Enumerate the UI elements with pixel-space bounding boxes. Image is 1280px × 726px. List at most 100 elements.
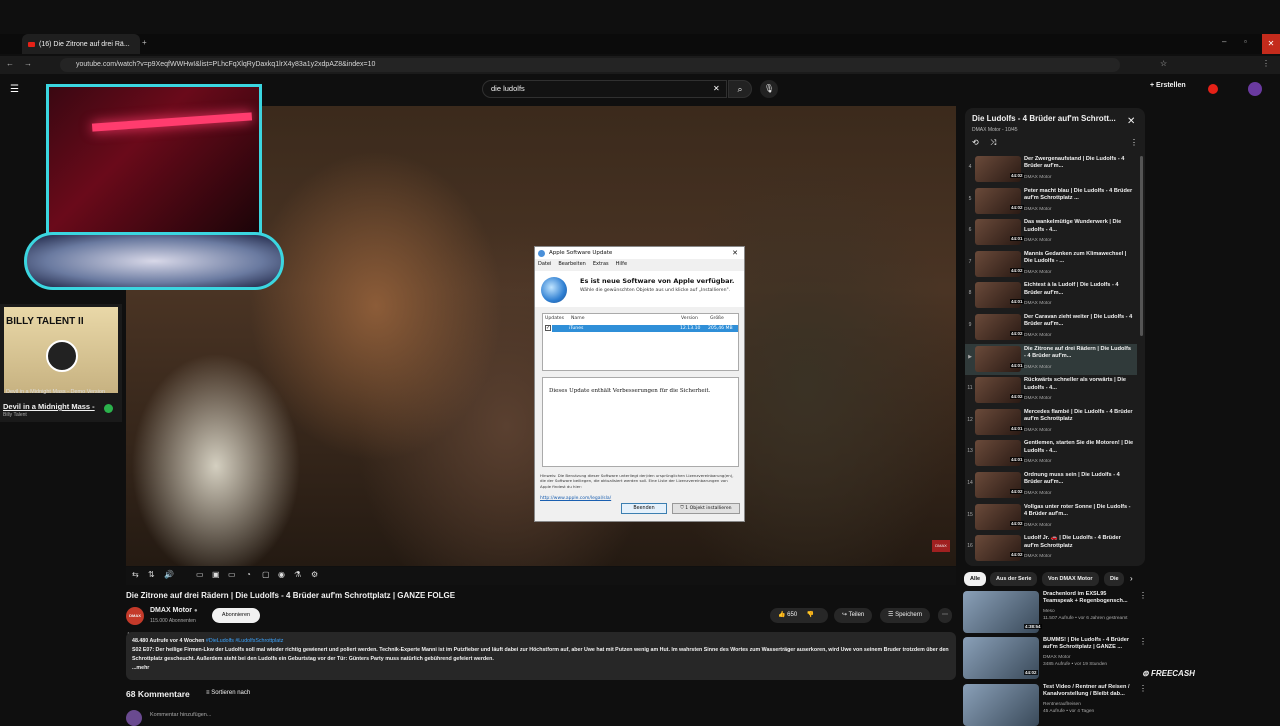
playlist-item[interactable]: 16 44:02 Ludolf Jr. 🚗 | Die Ludolfs - 4 Br…: [965, 533, 1137, 564]
picture-in-picture-icon[interactable]: ▢: [262, 570, 270, 579]
volume-icon[interactable]: 🔊: [164, 570, 174, 579]
settings-gear-icon[interactable]: ⚙: [311, 570, 318, 579]
loop-icon[interactable]: ⟲: [972, 138, 979, 147]
search-button[interactable]: ⌕: [728, 80, 752, 98]
microphone-icon: 🎙: [763, 84, 775, 93]
dialog-close-icon[interactable]: ✕: [732, 247, 738, 259]
notifications-icon[interactable]: [1208, 84, 1218, 94]
shuffle-icon[interactable]: ⤨: [990, 138, 996, 148]
watermark-text: FREECASH: [1150, 669, 1195, 678]
create-button[interactable]: + Erstellen: [1150, 82, 1186, 89]
quit-button[interactable]: Beenden: [621, 503, 667, 514]
playlist-item[interactable]: 5 44:02 Peter macht blau | Die Ludolfs - 4…: [965, 186, 1137, 217]
thumbs-up-icon: 👍: [778, 612, 786, 618]
update-checkbox[interactable]: ✓: [545, 325, 551, 331]
url-field[interactable]: youtube.com/watch?v=p9XeqfWWHwI&list=PLh…: [60, 58, 1120, 72]
playlist-scrollbar[interactable]: [1140, 156, 1143, 336]
playlist-item[interactable]: 11 44:02 Rückwärts schneller als vorwärts …: [965, 375, 1137, 406]
chevron-right-icon[interactable]: ›: [1130, 574, 1133, 583]
playlist-item[interactable]: 13 44:01 Gentlemen, starten Sie die Motore…: [965, 438, 1137, 469]
playlist-item-channel: DMAX Motor: [1024, 333, 1052, 338]
chip-series[interactable]: Aus der Serie: [990, 572, 1038, 586]
chip-more[interactable]: Die: [1104, 572, 1124, 586]
voice-search-button[interactable]: 🎙: [760, 80, 778, 98]
subscribe-button[interactable]: Abonnieren: [212, 608, 260, 623]
playlist-item-channel: DMAX Motor: [1024, 364, 1052, 370]
tab-strip: [0, 34, 1280, 54]
more-options-icon[interactable]: ⋮: [1139, 637, 1147, 646]
playlist-duration: 44:01: [1010, 457, 1024, 463]
playlist-item[interactable]: 12 44:01 Mercedes flambé | Die Ludolfs - 4…: [965, 407, 1137, 438]
menu-dots-icon[interactable]: ⋮: [1262, 59, 1270, 68]
playlist-item[interactable]: 14 44:02 Ordnung muss sein | Die Ludolfs -…: [965, 470, 1137, 501]
share-button[interactable]: ↪ Teilen: [834, 608, 873, 623]
recommendation-item[interactable]: 4:38:54 Drachenlord im EXSL95 Teamspeak +…: [963, 591, 1147, 633]
playlist-item[interactable]: 4 44:02 Der Zwergenaufstand | Die Ludolfs …: [965, 154, 1137, 185]
search-input[interactable]: die ludolfs: [482, 80, 727, 98]
recommendation-duration: 44:02: [1024, 670, 1038, 675]
playlist-menu-icon[interactable]: ⋮: [1130, 138, 1138, 147]
playlist-item[interactable]: ▶ 44:01 Die Zitrone auf drei Rädern | Die …: [965, 343, 1137, 375]
new-tab-icon[interactable]: +: [142, 38, 147, 47]
col-updates: Updates: [545, 316, 565, 321]
channel-avatar[interactable]: DMAX MOTOR: [126, 607, 144, 636]
like-dislike-button[interactable]: 👍 650 👎: [770, 608, 828, 623]
sort-button[interactable]: ≡ Sortieren nach: [206, 690, 250, 696]
playlist-duration: 44:02: [1010, 394, 1024, 400]
playlist-item-number: 15: [967, 511, 973, 518]
close-window-icon[interactable]: ✕: [1262, 34, 1280, 54]
recommendation-item[interactable]: 44:02 BUMMS! | Die Ludolfs - 4 Brüder auf…: [963, 637, 1147, 679]
more-actions-icon[interactable]: ⋯: [938, 608, 952, 623]
close-playlist-icon[interactable]: ✕: [1127, 116, 1135, 127]
playlist-item[interactable]: 8 44:01 Eichtest à la Ludolf | Die Ludolfs…: [965, 280, 1137, 311]
maximize-icon[interactable]: ▫: [1244, 37, 1247, 46]
more-options-icon[interactable]: ⋮: [1139, 591, 1147, 600]
item-version: 12.13.10: [680, 326, 701, 331]
recommendation-title: Test Video / Rentner auf Reisen / Kanalv…: [1043, 684, 1130, 698]
bookmark-star-icon[interactable]: ☆: [1160, 59, 1167, 68]
channel-name[interactable]: DMAX Motor ●: [150, 607, 198, 614]
menu-help[interactable]: Hilfe: [616, 261, 627, 267]
subtitles-icon[interactable]: ▭: [196, 570, 204, 579]
playlist-item-title: Der Zwergenaufstand | Die Ludolfs - 4 Br…: [1024, 156, 1125, 170]
playlist-item-title: Der Caravan zieht weiter | Die Ludolfs -…: [1024, 314, 1133, 328]
playlist-item-channel: DMAX Motor: [1024, 301, 1052, 307]
screenshot-icon[interactable]: ◉: [278, 570, 285, 579]
add-comment-field[interactable]: Kommentar hinzufügen...: [150, 712, 211, 718]
playlist-title[interactable]: Die Ludolfs - 4 Brüder auf'm Schrott...: [972, 114, 1116, 123]
description-box[interactable]: 48.480 Aufrufe vor 4 Wochen #DieLudolfs …: [126, 632, 956, 680]
menu-extras[interactable]: Extras: [593, 261, 609, 267]
hamburger-menu-icon[interactable]: ☰: [10, 84, 19, 95]
playlist-item[interactable]: 7 44:02 Mannis Gedanken zum Klimawechsel |…: [965, 249, 1137, 280]
theater-icon[interactable]: ▭: [228, 570, 236, 579]
chip-all[interactable]: Alle: [964, 572, 987, 586]
song-title[interactable]: Devil in a Midnight Mass -: [3, 402, 95, 411]
avatar[interactable]: [1248, 82, 1262, 96]
install-button[interactable]: ⛉ 1 Objekt installieren: [672, 503, 740, 514]
more-options-icon[interactable]: ⋮: [1139, 684, 1147, 693]
back-icon[interactable]: ←: [6, 59, 14, 68]
speed-icon[interactable]: ◔: [246, 570, 251, 579]
table-row[interactable]: iTunes 12.13.10 205,46 MB: [552, 325, 738, 332]
playlist-item[interactable]: 6 44:01 Das wankelmütige Wunderwerk | Die …: [965, 217, 1137, 248]
save-button[interactable]: ☰ Speichern: [880, 608, 931, 623]
miniplayer-icon[interactable]: ▣: [212, 570, 220, 579]
browser-tab[interactable]: (16) Die Zitrone auf drei Rä...: [22, 34, 140, 54]
playlist-item-channel: DMAX Motor: [1024, 491, 1052, 496]
license-link[interactable]: http://www.apple.com/legal/sla/: [540, 496, 611, 501]
sliders-icon[interactable]: ⇅: [148, 570, 155, 579]
hashtags[interactable]: #DieLudolfs #LudolfsSchrottplatz: [206, 638, 283, 644]
playlist-item[interactable]: 15 44:02 Vollgas unter roter Sonne | Die L…: [965, 502, 1137, 533]
menu-edit[interactable]: Bearbeiten: [558, 261, 585, 267]
forward-icon[interactable]: →: [24, 59, 32, 68]
playlist-item[interactable]: 9 44:02 Der Caravan zieht weiter | Die Lud…: [965, 312, 1137, 343]
playlist-item-channel: DMAX Motor: [1024, 522, 1052, 528]
clear-search-icon[interactable]: ✕: [713, 84, 720, 93]
flask-icon[interactable]: ⚗: [294, 570, 301, 579]
album-art-title: BILLY TALENT II: [6, 316, 84, 327]
minimize-icon[interactable]: –: [1222, 37, 1226, 46]
repeat-icon[interactable]: ⇆: [132, 570, 139, 579]
menu-file[interactable]: Datei: [538, 261, 551, 267]
more-link[interactable]: ...mehr: [132, 664, 950, 673]
chip-channel[interactable]: Von DMAX Motor: [1042, 572, 1099, 586]
